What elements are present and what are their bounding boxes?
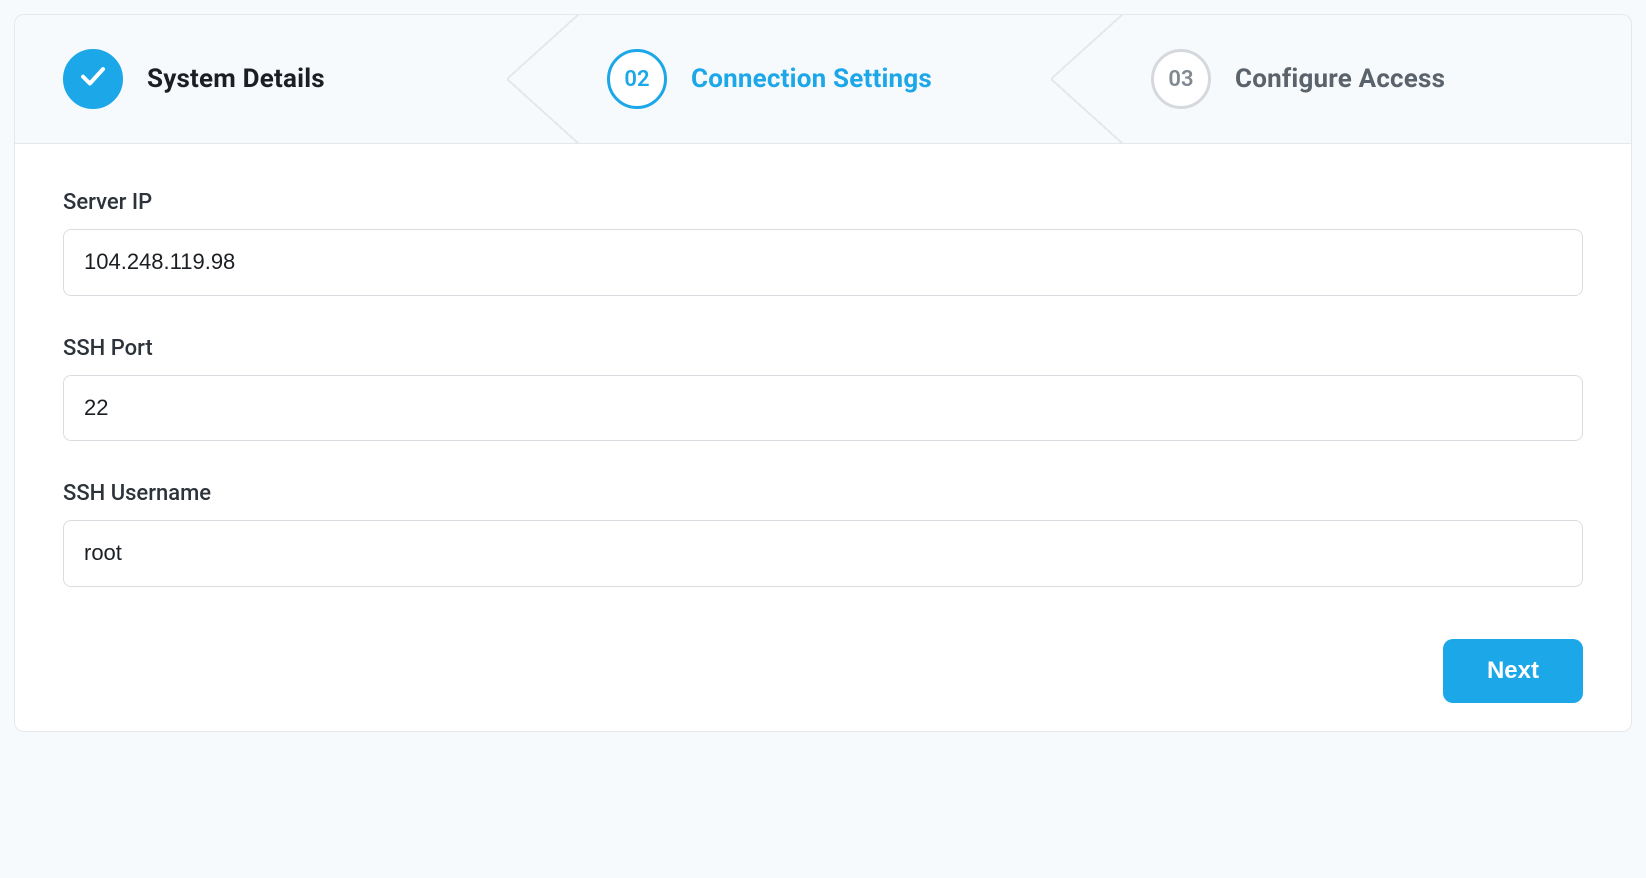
step-title: Connection Settings: [691, 64, 932, 94]
field-ssh-port: SSH Port: [63, 336, 1583, 442]
step-badge-number: 02: [607, 49, 667, 109]
step-title: System Details: [147, 64, 325, 94]
step-system-details[interactable]: System Details: [15, 15, 543, 143]
field-server-ip: Server IP: [63, 190, 1583, 296]
ssh-username-label: SSH Username: [63, 481, 1583, 506]
step-connection-settings[interactable]: 02 Connection Settings: [543, 15, 1087, 143]
checkmark-icon: [78, 61, 108, 97]
connection-settings-form: Server IP SSH Port SSH Username: [15, 144, 1631, 619]
setup-wizard: System Details 02 Connection Settings 03…: [14, 14, 1632, 732]
stepper: System Details 02 Connection Settings 03…: [15, 15, 1631, 144]
ssh-username-input[interactable]: [63, 520, 1583, 587]
wizard-footer: Next: [15, 619, 1631, 731]
server-ip-input[interactable]: [63, 229, 1583, 296]
ssh-port-input[interactable]: [63, 375, 1583, 442]
server-ip-label: Server IP: [63, 190, 1583, 215]
ssh-port-label: SSH Port: [63, 336, 1583, 361]
field-ssh-username: SSH Username: [63, 481, 1583, 587]
step-configure-access[interactable]: 03 Configure Access: [1087, 15, 1631, 143]
step-badge-number: 03: [1151, 49, 1211, 109]
next-button[interactable]: Next: [1443, 639, 1583, 703]
step-badge-done: [63, 49, 123, 109]
step-title: Configure Access: [1235, 64, 1445, 94]
